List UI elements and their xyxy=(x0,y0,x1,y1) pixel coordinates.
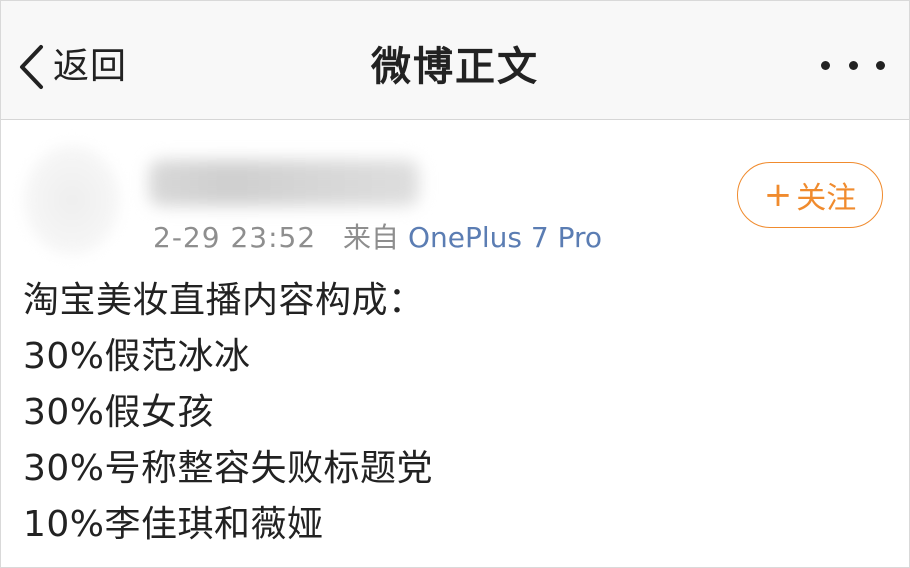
top-navigation-bar: 返回 微博正文 xyxy=(1,1,909,120)
post-header: 2-29 23:52 来自 OnePlus 7 Pro + 关注 xyxy=(1,120,909,266)
post-text-line: 30%假女孩 xyxy=(23,392,215,433)
post-content: 淘宝美妆直播内容构成： 30%假范冰冰 30%假女孩 30%号称整容失败标题党 … xyxy=(23,273,883,553)
post-text-line: 30%假范冰冰 xyxy=(23,336,251,377)
follow-button[interactable]: + 关注 xyxy=(737,162,883,228)
source-prefix: 来自 xyxy=(343,221,400,254)
more-dots-icon xyxy=(821,60,830,70)
source-device-link[interactable]: OnePlus 7 Pro xyxy=(408,221,602,254)
weibo-post-screen: 返回 微博正文 2-29 23:52 来自 OnePlus 7 Pro + 关注… xyxy=(0,0,910,568)
post-text-line: 30%号称整容失败标题党 xyxy=(23,448,434,489)
more-dots-icon xyxy=(848,60,858,70)
follow-label: 关注 xyxy=(796,181,857,216)
plus-icon: + xyxy=(763,175,793,215)
post-meta: 2-29 23:52 来自 OnePlus 7 Pro xyxy=(153,218,602,258)
page-title: 微博正文 xyxy=(371,44,539,90)
post-text-line: 淘宝美妆直播内容构成： xyxy=(23,280,425,321)
username-redacted[interactable] xyxy=(149,160,419,206)
avatar[interactable] xyxy=(23,144,121,256)
post-text-line: 10%李佳琪和薇娅 xyxy=(23,504,324,545)
more-options-button[interactable] xyxy=(821,55,885,75)
more-dots-icon xyxy=(876,60,885,70)
post-timestamp: 2-29 23:52 xyxy=(153,221,317,254)
